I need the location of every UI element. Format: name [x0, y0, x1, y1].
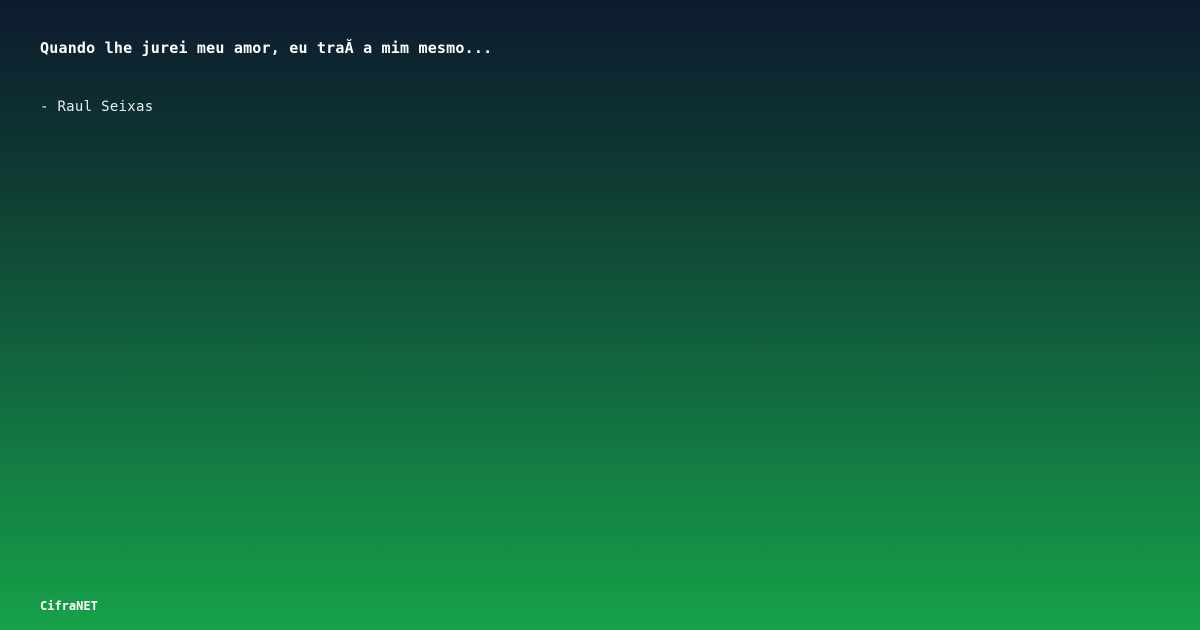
brand-logo-text: CifraNET: [40, 599, 98, 613]
quote-author: - Raul Seixas: [40, 99, 154, 115]
quote-text: Quando lhe jurei meu amor, eu traĂ­ a mi…: [40, 39, 493, 57]
